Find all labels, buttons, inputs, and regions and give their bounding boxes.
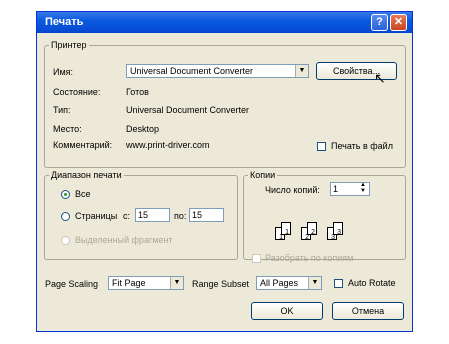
page-scaling-label: Page Scaling [45,279,99,289]
help-icon[interactable]: ? [371,14,388,31]
chevron-down-icon[interactable]: ▼ [295,65,308,77]
range-from-input[interactable]: 15 [135,208,170,222]
range-to-label: по: [174,211,187,221]
copies-count-label: Число копий: [265,185,320,195]
auto-rotate-checkbox[interactable] [334,279,343,288]
cursor-icon: ↖ [374,70,386,86]
ok-button[interactable]: OK [251,302,323,320]
printer-name-label: Имя: [53,67,74,77]
collate-label[interactable]: Разобрать по копиям [265,253,353,263]
copies-label: Копии [250,170,276,180]
printer-name-value: Universal Document Converter [130,66,254,76]
print-range-label: Диапазон печати [51,170,122,180]
location-value: Desktop [126,124,160,134]
printer-name-select[interactable]: Universal Document Converter ▼ [126,64,309,78]
page-scaling-select[interactable]: Fit Page ▼ [108,276,184,290]
range-subset-label: Range Subset [192,279,250,289]
print-to-file-checkbox[interactable] [317,142,326,151]
range-selection-radio[interactable] [61,236,70,245]
chevron-down-icon[interactable]: ▼ [308,277,321,289]
collate-page-icon: 2 [307,222,317,236]
location-label: Место: [53,124,82,134]
copies-group: Копии [243,170,406,260]
range-selection-label[interactable]: Выделенный фрагмент [75,235,173,245]
type-value: Universal Document Converter [126,105,250,115]
page-scaling-value: Fit Page [112,278,146,288]
auto-rotate-label[interactable]: Auto Rotate [348,278,396,288]
range-from-label: с: [123,211,131,221]
comment-label: Комментарий: [53,140,113,150]
range-pages-radio[interactable] [61,212,70,221]
range-to-input[interactable]: 15 [189,208,224,222]
chevron-down-icon[interactable]: ▼ [170,277,183,289]
collate-checkbox[interactable] [252,254,261,263]
print-dialog: Печать ? ✕ Принтер Имя: Universal Docume… [36,11,413,332]
range-subset-select[interactable]: All Pages ▼ [256,276,322,290]
spinner-icon[interactable]: ▲ ▼ [360,182,366,194]
comment-value: www.print-driver.com [126,140,210,150]
cancel-button[interactable]: Отмена [332,302,404,320]
range-pages-label[interactable]: Страницы [75,211,117,221]
status-label: Состояние: [53,87,101,97]
range-subset-value: All Pages [260,278,299,288]
type-label: Тип: [53,105,71,115]
printer-group-label: Принтер [51,40,87,50]
title-bar[interactable]: Печать ? ✕ [37,12,412,33]
collate-page-icon: 3 [333,222,343,236]
collate-page-icon: 1 [281,222,291,236]
window-title: Печать [45,16,84,28]
close-icon[interactable]: ✕ [390,14,407,31]
print-to-file-label[interactable]: Печать в файл [331,141,393,151]
status-value: Готов [126,87,149,97]
range-all-label[interactable]: Все [75,189,91,199]
range-all-radio[interactable] [61,190,70,199]
